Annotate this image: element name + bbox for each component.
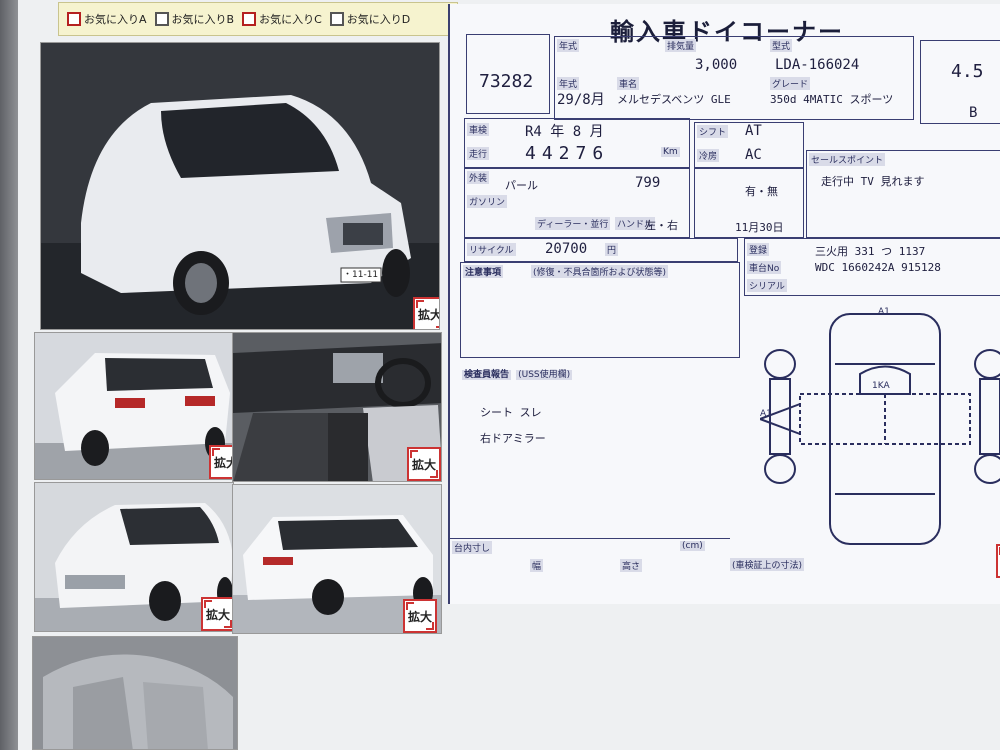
chassis-label: 車台No bbox=[747, 261, 782, 274]
inspector-label: 検査員報告 bbox=[462, 370, 512, 380]
zoom-button-front[interactable]: 拡大 bbox=[201, 597, 233, 631]
inspection-value: R4 年 8 月 bbox=[525, 124, 604, 140]
seller-point-value: 走行中 TV 見れます bbox=[821, 175, 925, 188]
favorite-a-label: お気に入りA bbox=[84, 13, 147, 26]
notes-sub-label: (修復・不具合箇所および状態等) bbox=[531, 265, 669, 278]
km-unit: Km bbox=[661, 147, 680, 157]
year-value: 29/8月 bbox=[557, 92, 605, 108]
dealer-label: ディーラー・並行 bbox=[535, 217, 611, 230]
car-damage-diagram: A1 A1 1KA bbox=[760, 307, 1000, 545]
screen: お気に入りA お気に入りB お気に入りC お気に入りD ・11-11 拡大 拡 … bbox=[18, 0, 1000, 750]
inspector-sub-label: (USS使用欄) bbox=[516, 370, 573, 380]
diagram-mark-1: A1 bbox=[878, 307, 890, 317]
interior-dash-photo[interactable]: 拡大 bbox=[232, 332, 442, 482]
favorite-b-checkbox[interactable]: お気に入りB bbox=[154, 11, 235, 27]
favorites-bar: お気に入りA お気に入りB お気に入りC お気に入りD bbox=[58, 2, 458, 36]
inspector-note-2: 右ドアミラー bbox=[480, 432, 546, 445]
interior-grade-value: B bbox=[969, 105, 978, 121]
checkbox-icon[interactable] bbox=[154, 12, 169, 26]
vehicle-info-box: 年式 排気量 型式 3,000 LDA-166024 年式 29/8月 車名 メ… bbox=[554, 36, 914, 120]
distance-label: 走行 bbox=[467, 147, 490, 160]
car-rear-image bbox=[35, 333, 233, 479]
registration-label: 登録 bbox=[747, 243, 770, 256]
score-value: 4.5 bbox=[951, 61, 984, 82]
cm-unit: (cm) bbox=[680, 541, 705, 551]
equipment-value: 有・無 bbox=[745, 185, 778, 198]
checkbox-icon[interactable] bbox=[242, 12, 257, 26]
aircon-label: 冷房 bbox=[697, 149, 720, 162]
front-photo[interactable]: 拡大 bbox=[34, 482, 234, 632]
checkbox-icon[interactable] bbox=[67, 12, 81, 26]
color-code-value: 799 bbox=[635, 175, 661, 191]
date-value: 11月30日 bbox=[735, 221, 784, 234]
recycle-label: リサイクル bbox=[467, 243, 516, 256]
checkbox-icon[interactable] bbox=[329, 12, 344, 26]
height-label: 高さ bbox=[620, 559, 643, 572]
seat-photo[interactable] bbox=[32, 636, 238, 750]
zoom-button-sheet[interactable]: 拡大 bbox=[996, 544, 1000, 578]
registration-box: 登録 三火用 331 つ 1137 車台No WDC 1660242A 9151… bbox=[744, 238, 1000, 296]
car-front-image bbox=[41, 43, 439, 329]
zoom-button-rear[interactable]: 拡大 bbox=[209, 445, 233, 479]
width-label: 幅 bbox=[530, 559, 544, 572]
model-code-label: 型式 bbox=[770, 39, 793, 52]
car-name-value: メルセデスベンツ GLE bbox=[617, 93, 731, 106]
favorite-d-checkbox[interactable]: お気に入りD bbox=[329, 11, 411, 27]
seat-image bbox=[33, 637, 237, 749]
lot-number: 73282 bbox=[479, 71, 534, 92]
seller-points-label: セールスポイント bbox=[809, 153, 886, 166]
favorite-b-label: お気に入りB bbox=[171, 13, 235, 26]
favorite-d-label: お気に入りD bbox=[346, 13, 411, 26]
favorite-a-checkbox[interactable]: お気に入りA bbox=[67, 11, 147, 27]
main-car-photo[interactable]: ・11-11 拡大 bbox=[40, 42, 440, 330]
notes-label: 注意事項 bbox=[463, 265, 504, 278]
rear-side-photo[interactable]: 拡大 bbox=[232, 484, 442, 634]
zoom-button-dash[interactable]: 拡大 bbox=[407, 447, 441, 481]
displacement-label: 排気量 bbox=[665, 39, 697, 52]
dimensions-label: 台内寸し bbox=[452, 541, 493, 554]
seller-points-box: セールスポイント 走行中 TV 見れます bbox=[806, 150, 1000, 238]
handle-value: 左・右 bbox=[645, 219, 678, 232]
favorite-c-checkbox[interactable]: お気に入りC bbox=[242, 11, 322, 27]
auction-sheet: 輸入車ドイコーナー 73282 年式 排気量 型式 3,000 LDA-1660… bbox=[448, 4, 1000, 604]
diagram-mark-2: A1 bbox=[760, 409, 772, 419]
zoom-button-side[interactable]: 拡大 bbox=[403, 599, 437, 633]
recycle-fee: 20700 bbox=[545, 241, 588, 257]
exterior-label: 外装 bbox=[467, 171, 490, 184]
lot-number-box: 73282 bbox=[466, 34, 550, 114]
favorite-c-label: お気に入りC bbox=[259, 13, 322, 26]
inspector-note-1: シート スレ bbox=[480, 406, 542, 419]
color-value: パール bbox=[505, 179, 538, 192]
equipment-box: 有・無 11月30日 bbox=[694, 168, 804, 238]
model-code-value: LDA-166024 bbox=[775, 57, 860, 73]
distance-value: 44276 bbox=[525, 143, 610, 164]
shift-box: シフト AT 冷房 AC bbox=[694, 122, 804, 168]
grade-label: グレード bbox=[770, 77, 811, 90]
inspection-label: 車検 bbox=[467, 123, 490, 136]
inspector-header: 検査員報告 (USS使用欄) bbox=[462, 362, 573, 381]
year-label: 年式 bbox=[557, 39, 580, 52]
color-fuel-box: 外装 パール 799 ガソリン ディーラー・並行 ハンドル 左・右 bbox=[464, 168, 690, 238]
grade-value: 350d 4MATIC スポーツ bbox=[770, 93, 894, 106]
zoom-button-main[interactable]: 拡大 bbox=[413, 297, 439, 329]
displacement-value: 3,000 bbox=[695, 57, 738, 73]
car-name-label: 車名 bbox=[617, 77, 640, 90]
diagram-mark-3: 1KA bbox=[872, 381, 890, 391]
recycle-box: リサイクル 20700 円 bbox=[464, 238, 738, 262]
rear-photo[interactable]: 拡大 bbox=[34, 332, 234, 480]
fuel-label: ガソリン bbox=[467, 195, 508, 208]
aircon-value: AC bbox=[745, 147, 762, 163]
shift-label: シフト bbox=[697, 125, 729, 138]
serial-label: シリアル bbox=[747, 279, 787, 292]
cert-dims-label: (車検証上の寸法) bbox=[730, 558, 805, 571]
license-plate-text: ・11-11 bbox=[343, 270, 379, 280]
chassis-value: WDC 1660242A 915128 bbox=[815, 261, 941, 274]
shift-value: AT bbox=[745, 123, 762, 139]
score-box: 4.5 B bbox=[920, 40, 1000, 124]
inspection-box: 車検 R4 年 8 月 走行 44276 Km bbox=[464, 118, 690, 168]
yen-unit: 円 bbox=[605, 243, 619, 256]
notes-box: 注意事項 (修復・不具合箇所および状態等) bbox=[460, 262, 740, 358]
dimensions-box: 台内寸し 幅 高さ (cm) bbox=[450, 538, 730, 578]
registration-value: 三火用 331 つ 1137 bbox=[815, 245, 926, 258]
